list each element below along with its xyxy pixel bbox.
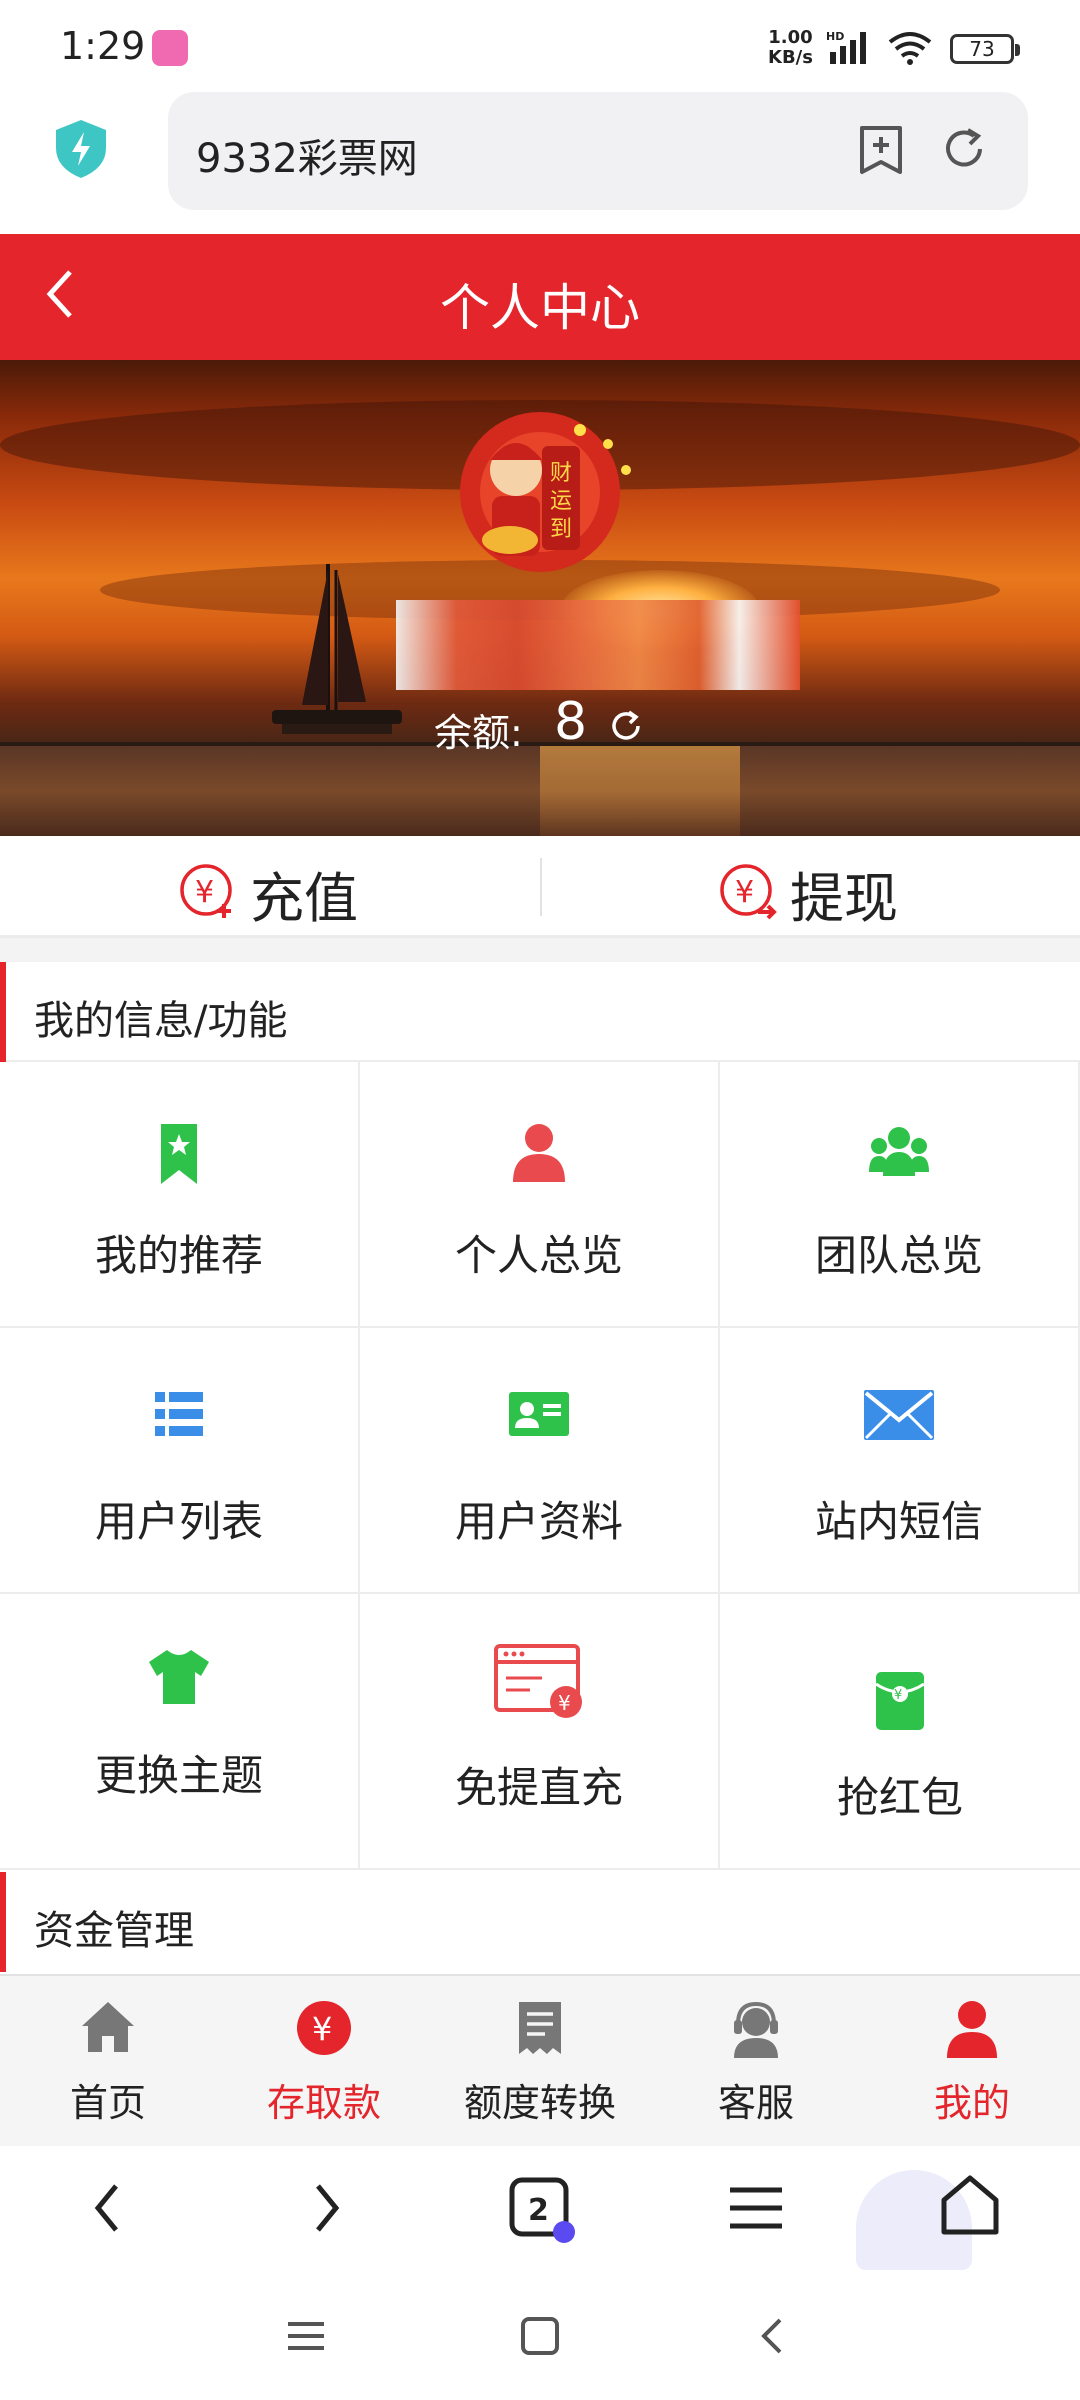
avatar[interactable]: 财 运 到: [430, 400, 650, 590]
browser-forward-icon[interactable]: [306, 2176, 346, 2240]
svg-text:¥: ¥: [312, 2010, 332, 2048]
grid-item-direct-recharge[interactable]: ¥ 免提直充: [360, 1594, 720, 1870]
tabs-button[interactable]: 2: [508, 2176, 578, 2246]
id-card-icon: [509, 1392, 569, 1436]
signal-icon: HD: [826, 30, 866, 64]
grid-item-label: 团队总览: [814, 1231, 983, 1280]
url-text: 9332彩票网: [196, 136, 418, 182]
tabs-icon: 2: [509, 2177, 575, 2243]
grid-item-grab-red-envelope[interactable]: ¥ 抢红包: [720, 1594, 1080, 1870]
grid-item-label: 更换主题: [94, 1751, 263, 1800]
recharge-button[interactable]: ¥ 充值: [0, 836, 540, 938]
home-icon: [82, 2002, 134, 2052]
browser-back-icon[interactable]: [88, 2176, 128, 2240]
team-icon: [869, 1127, 929, 1176]
svg-text:¥: ¥: [735, 875, 754, 910]
nav-label: 额度转换: [463, 2081, 616, 2125]
svg-text:运: 运: [550, 489, 572, 514]
svg-text:HD: HD: [826, 30, 844, 43]
section-title: 我的信息/功能: [34, 998, 288, 1044]
grid-item-label: 个人总览: [454, 1231, 623, 1280]
system-home-icon[interactable]: [520, 2316, 560, 2356]
shield-icon[interactable]: [52, 118, 110, 180]
profile-banner: 财 运 到 余额: 8: [0, 360, 1080, 836]
home-icon[interactable]: [938, 2174, 1002, 2238]
system-nav-bar: [0, 2276, 1080, 2400]
grid-item-change-theme[interactable]: 更换主题: [0, 1594, 360, 1870]
receipt-icon: [519, 2002, 561, 2054]
nav-label: 存取款: [266, 2081, 381, 2125]
grid-item-team-overview[interactable]: 团队总览: [720, 1062, 1080, 1328]
withdraw-icon: ¥: [720, 864, 777, 920]
nav-item-mine[interactable]: 我的: [864, 1976, 1080, 2148]
grid-item-personal-overview[interactable]: 个人总览: [360, 1062, 720, 1328]
nav-label: 我的: [933, 2081, 1010, 2125]
grid-item-label: 用户资料: [454, 1497, 623, 1546]
browser-address-bar: 9332彩票网: [0, 92, 1080, 234]
yuan-circle-icon: ¥: [297, 2001, 351, 2055]
tshirt-icon: [149, 1650, 209, 1704]
url-field[interactable]: 9332彩票网: [168, 92, 1028, 210]
grid-item-label: 用户列表: [94, 1497, 263, 1546]
sailboat-image: [272, 564, 402, 734]
grid-item-my-referral[interactable]: 我的推荐: [0, 1062, 360, 1328]
svg-text:财: 财: [550, 461, 572, 486]
svg-text:2: 2: [528, 2193, 549, 2228]
grid-item-user-list[interactable]: 用户列表: [0, 1328, 360, 1594]
grid-item-label: 站内短信: [814, 1497, 983, 1546]
page-header: 个人中心: [0, 234, 1080, 360]
battery-icon: 73: [950, 34, 1020, 64]
network-speed: 1.00 KB/s: [768, 27, 813, 68]
section-header-funds: 资金管理: [0, 1872, 1080, 1972]
nav-label: 首页: [69, 2081, 146, 2125]
action-row: ¥ 充值 ¥ 提现: [0, 836, 1080, 938]
grid-item-label: 免提直充: [454, 1763, 623, 1812]
app-bottom-nav: 首页 ¥ 存取款 额度转换 客服 我的: [0, 1974, 1080, 2146]
nav-item-quota-transfer[interactable]: 额度转换: [432, 1976, 648, 2148]
payment-window-icon: ¥: [494, 1644, 582, 1718]
system-back-icon[interactable]: [756, 2316, 786, 2356]
recents-icon[interactable]: [286, 2316, 326, 2356]
section-gap: [0, 938, 1080, 962]
page-title: 个人中心: [440, 279, 640, 337]
status-bar: 1:29 1.00 KB/s HD 73: [0, 0, 1080, 92]
recharge-icon: ¥: [180, 864, 232, 918]
nav-item-deposit-withdraw[interactable]: ¥ 存取款: [216, 1976, 432, 2148]
balance-value: 8: [554, 692, 588, 752]
notification-app-icon: [152, 30, 188, 66]
svg-text:¥: ¥: [894, 1688, 902, 1703]
list-icon: [155, 1392, 203, 1436]
bookmark-add-icon[interactable]: [858, 124, 904, 176]
grid-item-site-messages[interactable]: 站内短信: [720, 1328, 1080, 1594]
menu-icon[interactable]: [726, 2176, 786, 2240]
support-agent-icon: [734, 2001, 778, 2058]
wifi-icon: [888, 32, 932, 65]
refresh-icon[interactable]: [608, 708, 644, 744]
withdraw-label: 提现: [790, 867, 898, 930]
svg-text:¥: ¥: [558, 1691, 571, 1715]
person-icon: [513, 1124, 565, 1182]
balance-label: 余额:: [434, 711, 523, 755]
nav-label: 客服: [717, 2081, 794, 2125]
grid-item-label: 我的推荐: [94, 1231, 263, 1280]
section-title: 资金管理: [34, 1908, 194, 1954]
browser-toolbar: 2: [0, 2146, 1080, 2276]
recharge-label: 充值: [250, 867, 358, 930]
status-time: 1:29: [60, 24, 146, 68]
user-icon: [947, 2001, 997, 2058]
section-header-info: 我的信息/功能: [0, 962, 1080, 1062]
bookmark-icon: [161, 1124, 197, 1184]
reload-icon[interactable]: [940, 124, 988, 174]
grid-item-label: 抢红包: [836, 1773, 963, 1822]
username-redacted: [396, 600, 800, 690]
withdraw-button[interactable]: ¥ 提现: [540, 836, 1080, 938]
nav-item-home[interactable]: 首页: [0, 1976, 216, 2148]
grid-item-user-profile[interactable]: 用户资料: [360, 1328, 720, 1594]
red-envelope-icon: ¥: [876, 1672, 924, 1730]
svg-text:¥: ¥: [195, 875, 214, 910]
svg-text:到: 到: [550, 517, 572, 542]
nav-item-customer-service[interactable]: 客服: [648, 1976, 864, 2148]
envelope-icon: [864, 1390, 934, 1440]
